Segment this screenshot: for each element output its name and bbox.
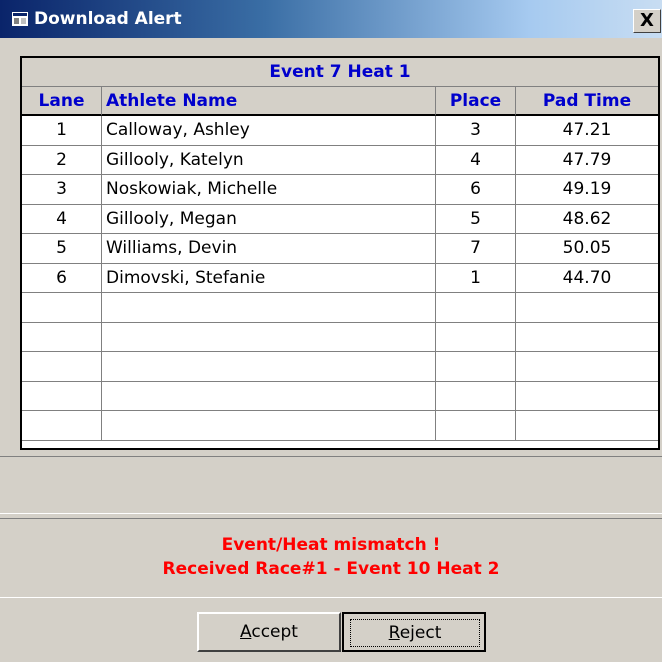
athlete-name-cell	[102, 352, 436, 381]
info-panel	[0, 456, 662, 514]
place-cell: 7	[436, 234, 516, 263]
window-app-icon	[12, 12, 28, 26]
received-race-text: Received Race#1 - Event 10 Heat 2	[162, 559, 500, 579]
grid-header: Event 7 Heat 1 Lane Athlete Name Place P…	[22, 58, 658, 116]
place-cell: 4	[436, 145, 516, 174]
pad-time-cell: 47.21	[562, 120, 612, 140]
pad-time-cell: 47.79	[562, 149, 612, 170]
pad-time-cell	[516, 382, 658, 411]
lane-cell: 5	[22, 234, 102, 263]
lane-cell: 4	[22, 204, 102, 233]
pad-time-cell: 44.70	[562, 267, 612, 288]
athlete-name-cell: Gillooly, Katelyn	[102, 145, 436, 174]
accept-button[interactable]: Accept	[197, 612, 341, 652]
column-header-pad-time[interactable]: Pad Time	[516, 87, 658, 116]
reject-label: eject	[399, 623, 442, 643]
athlete-name-cell	[102, 293, 436, 322]
table-row-empty[interactable]	[22, 293, 658, 323]
place-cell: 6	[436, 175, 516, 204]
lane-cell	[22, 352, 102, 381]
results-grid[interactable]: Event 7 Heat 1 Lane Athlete Name Place P…	[20, 56, 660, 450]
athlete-name-cell: Noskowiak, Michelle	[102, 175, 436, 204]
table-row[interactable]: 5 Williams, Devin 7 50.05	[22, 234, 658, 264]
close-button[interactable]: X	[633, 9, 661, 33]
lane-cell: 1	[22, 116, 102, 145]
column-header-athlete-name[interactable]: Athlete Name	[102, 87, 436, 116]
place-cell	[436, 293, 516, 322]
accept-mnemonic: A	[240, 622, 252, 642]
pad-time-cell	[516, 352, 658, 381]
column-header-place[interactable]: Place	[436, 87, 516, 116]
pad-time-cell	[516, 323, 658, 352]
lane-cell: 2	[22, 145, 102, 174]
table-row-empty[interactable]	[22, 352, 658, 382]
table-row-empty[interactable]	[22, 322, 658, 352]
grid-rows: 1 Calloway, Ashley 3 47.21 2 Gillooly, K…	[22, 116, 658, 441]
reject-button[interactable]: Reject	[342, 612, 486, 652]
lane-cell	[22, 322, 102, 351]
athlete-name-cell	[102, 411, 436, 440]
column-header-lane[interactable]: Lane	[22, 87, 102, 116]
table-row[interactable]: 1 Calloway, Ashley 3 47.21	[22, 116, 658, 146]
place-cell	[436, 352, 516, 381]
close-icon: X	[640, 10, 654, 31]
lane-cell	[22, 293, 102, 322]
place-cell	[436, 381, 516, 410]
place-cell	[436, 411, 516, 440]
table-row[interactable]: 4 Gillooly, Megan 5 48.62	[22, 204, 658, 234]
place-cell	[436, 322, 516, 351]
pad-time-cell	[516, 293, 658, 322]
table-row-empty[interactable]	[22, 411, 658, 441]
athlete-name-cell: Williams, Devin	[102, 234, 436, 263]
athlete-name-cell: Dimovski, Stefanie	[102, 263, 436, 292]
table-row[interactable]: 6 Dimovski, Stefanie 1 44.70	[22, 263, 658, 293]
accept-label: ccept	[251, 622, 298, 642]
lane-cell: 6	[22, 263, 102, 292]
pad-time-cell: 50.05	[562, 238, 612, 258]
focus-rectangle: Reject	[350, 619, 480, 647]
lane-cell	[22, 381, 102, 410]
mismatch-message-panel: Event/Heat mismatch ! Received Race#1 - …	[0, 518, 662, 598]
place-cell: 1	[436, 263, 516, 292]
athlete-name-cell: Gillooly, Megan	[102, 204, 436, 233]
pad-time-cell: 49.19	[562, 179, 612, 199]
athlete-name-cell	[102, 322, 436, 351]
lane-cell	[22, 411, 102, 440]
place-cell: 5	[436, 204, 516, 233]
title-bar[interactable]: Download Alert X	[0, 0, 662, 38]
table-row-empty[interactable]	[22, 381, 658, 411]
lane-cell: 3	[22, 175, 102, 204]
mismatch-warning-text: Event/Heat mismatch !	[221, 535, 441, 555]
table-row[interactable]: 3 Noskowiak, Michelle 6 49.19	[22, 175, 658, 205]
download-alert-window: Download Alert X Event 7 Heat 1 Lane Ath…	[0, 0, 662, 662]
window-title: Download Alert	[34, 9, 182, 29]
event-heat-title: Event 7 Heat 1	[22, 58, 658, 87]
table-row[interactable]: 2 Gillooly, Katelyn 4 47.79	[22, 145, 658, 175]
place-cell: 3	[436, 116, 516, 145]
reject-mnemonic: R	[388, 623, 400, 643]
athlete-name-cell	[102, 381, 436, 410]
athlete-name-cell: Calloway, Ashley	[102, 116, 436, 145]
pad-time-cell	[516, 411, 658, 440]
pad-time-cell: 48.62	[562, 208, 612, 229]
